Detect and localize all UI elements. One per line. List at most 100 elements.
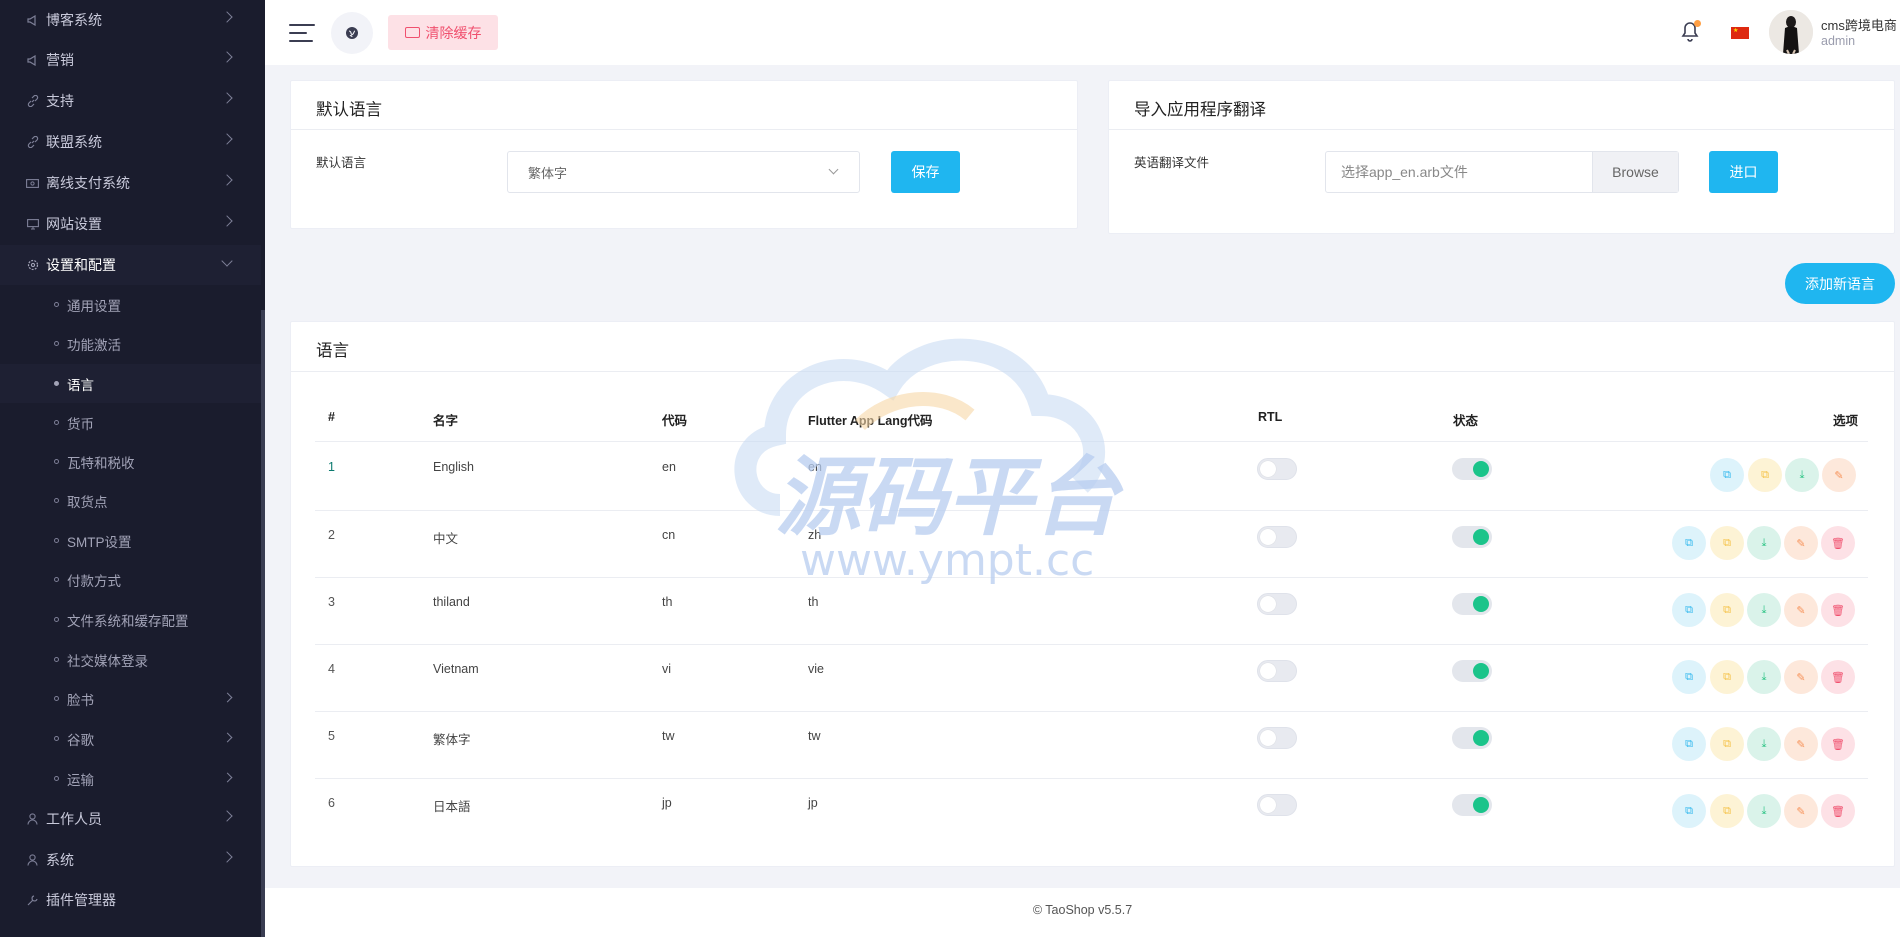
edit-button[interactable]: ✎ xyxy=(1784,794,1818,828)
sidebar-item-label: 系统 xyxy=(46,852,74,868)
sidebar-item-marketing[interactable]: 营销 xyxy=(0,40,261,80)
default-language-select[interactable]: 繁体字 xyxy=(507,151,860,193)
cell-code: jp xyxy=(662,796,672,810)
bullet-icon xyxy=(54,657,59,662)
sidebar-subitem-general-settings[interactable]: 通用设置 xyxy=(0,285,261,324)
sidebar-item-staff[interactable]: 工作人员 xyxy=(0,799,261,839)
copy-icon: ⧉ xyxy=(1761,468,1769,481)
rtl-toggle[interactable] xyxy=(1257,794,1297,816)
download-icon: ⤓ xyxy=(1761,804,1767,817)
copy-icon: ⧉ xyxy=(1723,536,1731,549)
sidebar-subitem-social-login[interactable]: 社交媒体登录 xyxy=(0,640,261,679)
download-button[interactable]: ⤓ xyxy=(1785,458,1819,492)
sidebar-item-system[interactable]: 系统 xyxy=(0,840,261,880)
copy-icon: ⧉ xyxy=(1723,468,1731,481)
app-translate-button[interactable]: ⧉ xyxy=(1710,727,1744,761)
translate-button[interactable]: ⧉ xyxy=(1672,526,1706,560)
delete-button[interactable]: 🗑 xyxy=(1821,526,1855,560)
avatar[interactable] xyxy=(1769,10,1813,54)
app-translate-button[interactable]: ⧉ xyxy=(1710,794,1744,828)
sidebar-item-support[interactable]: 支持 xyxy=(0,81,261,121)
sidebar-subitem-vat-tax[interactable]: 瓦特和税收 xyxy=(0,442,261,481)
chevron-right-icon xyxy=(221,215,233,227)
chevron-right-icon xyxy=(222,732,233,743)
status-toggle[interactable] xyxy=(1452,660,1492,682)
save-button[interactable]: 保存 xyxy=(891,151,960,193)
translate-button[interactable]: ⧉ xyxy=(1710,458,1744,492)
sidebar-subitem-currency[interactable]: 货币 xyxy=(0,403,261,442)
sidebar-subitem-file-system-cache[interactable]: 文件系统和缓存配置 xyxy=(0,600,261,639)
chevron-right-icon xyxy=(222,692,233,703)
edit-button[interactable]: ✎ xyxy=(1784,727,1818,761)
download-button[interactable]: ⤓ xyxy=(1747,593,1781,627)
sidebar-subitem-smtp[interactable]: SMTP设置 xyxy=(0,521,261,560)
status-toggle[interactable] xyxy=(1452,526,1492,548)
globe-button[interactable] xyxy=(331,12,373,54)
download-icon: ⤓ xyxy=(1799,468,1805,481)
edit-icon: ✎ xyxy=(1796,537,1806,550)
app-translate-button[interactable]: ⧉ xyxy=(1710,593,1744,627)
gear-icon xyxy=(26,259,39,272)
import-button[interactable]: 进口 xyxy=(1709,151,1778,193)
translate-button[interactable]: ⧉ xyxy=(1672,660,1706,694)
app-translate-button[interactable]: ⧉ xyxy=(1710,660,1744,694)
add-language-button[interactable]: 添加新语言 xyxy=(1785,263,1895,304)
download-button[interactable]: ⤓ xyxy=(1747,660,1781,694)
edit-button[interactable]: ✎ xyxy=(1784,593,1818,627)
delete-button[interactable]: 🗑 xyxy=(1821,727,1855,761)
download-button[interactable]: ⤓ xyxy=(1747,727,1781,761)
menu-toggle-icon[interactable] xyxy=(289,22,315,44)
status-toggle[interactable] xyxy=(1452,593,1492,615)
rtl-toggle[interactable] xyxy=(1257,593,1297,615)
translate-button[interactable]: ⧉ xyxy=(1672,727,1706,761)
delete-button[interactable]: 🗑 xyxy=(1821,794,1855,828)
column-header-num: # xyxy=(328,410,335,424)
sidebar-subitem-facebook[interactable]: 脸书 xyxy=(0,679,261,718)
delete-button[interactable]: 🗑 xyxy=(1821,660,1855,694)
translate-button[interactable]: ⧉ xyxy=(1672,593,1706,627)
sidebar-item-blog[interactable]: 博客系统 xyxy=(0,0,261,40)
sidebar-item-affiliate[interactable]: 联盟系统 xyxy=(0,122,261,162)
translate-button[interactable]: ⧉ xyxy=(1672,794,1706,828)
app-translate-button[interactable]: ⧉ xyxy=(1710,526,1744,560)
user-name[interactable]: cms跨境电商 xyxy=(1821,15,1897,34)
download-button[interactable]: ⤓ xyxy=(1747,526,1781,560)
edit-button[interactable]: ✎ xyxy=(1784,526,1818,560)
notifications-button[interactable] xyxy=(1680,20,1702,44)
sidebar-item-setup-config[interactable]: 设置和配置 xyxy=(0,245,261,285)
app-translate-button[interactable]: ⧉ xyxy=(1748,458,1782,492)
sidebar-subitem-pickup-point[interactable]: 取货点 xyxy=(0,481,261,520)
rtl-toggle[interactable] xyxy=(1257,660,1297,682)
clear-cache-button[interactable]: 清除缓存 xyxy=(388,15,498,50)
sidebar-subitem-label: 取货点 xyxy=(67,494,108,510)
download-button[interactable]: ⤓ xyxy=(1747,794,1781,828)
status-toggle[interactable] xyxy=(1452,458,1492,480)
sidebar-subitem-shipping[interactable]: 运输 xyxy=(0,759,261,798)
language-flag-cn[interactable]: ★ xyxy=(1731,27,1749,39)
divider xyxy=(291,371,1894,372)
translation-file-input[interactable]: 选择app_en.arb文件 Browse xyxy=(1325,151,1679,193)
chevron-right-icon xyxy=(221,810,233,822)
rtl-toggle[interactable] xyxy=(1257,526,1297,548)
sidebar-item-label: 联盟系统 xyxy=(46,134,102,150)
rtl-toggle[interactable] xyxy=(1257,458,1297,480)
sidebar-scroll-thumb[interactable] xyxy=(261,310,265,937)
rtl-toggle[interactable] xyxy=(1257,727,1297,749)
row-divider xyxy=(315,577,1868,578)
status-toggle[interactable] xyxy=(1452,727,1492,749)
sidebar-item-website-settings[interactable]: 网站设置 xyxy=(0,204,261,244)
sidebar-subitem-payment-methods[interactable]: 付款方式 xyxy=(0,560,261,599)
sidebar-subitem-languages[interactable]: 语言 xyxy=(0,364,261,403)
sidebar-subitem-feature-activation[interactable]: 功能激活 xyxy=(0,324,261,363)
delete-button[interactable]: 🗑 xyxy=(1821,593,1855,627)
cell-code: en xyxy=(662,460,676,474)
edit-button[interactable]: ✎ xyxy=(1784,660,1818,694)
sidebar-item-plugin-manager[interactable]: 插件管理器 xyxy=(0,880,261,920)
sidebar-subitem-google[interactable]: 谷歌 xyxy=(0,719,261,758)
field-label: 默认语言 xyxy=(316,156,367,170)
sidebar-item-offline-payment[interactable]: 离线支付系统 xyxy=(0,163,261,203)
browse-button[interactable]: Browse xyxy=(1592,152,1678,192)
status-toggle[interactable] xyxy=(1452,794,1492,816)
edit-button[interactable]: ✎ xyxy=(1822,458,1856,492)
sidebar-scrollbar[interactable] xyxy=(261,0,265,937)
